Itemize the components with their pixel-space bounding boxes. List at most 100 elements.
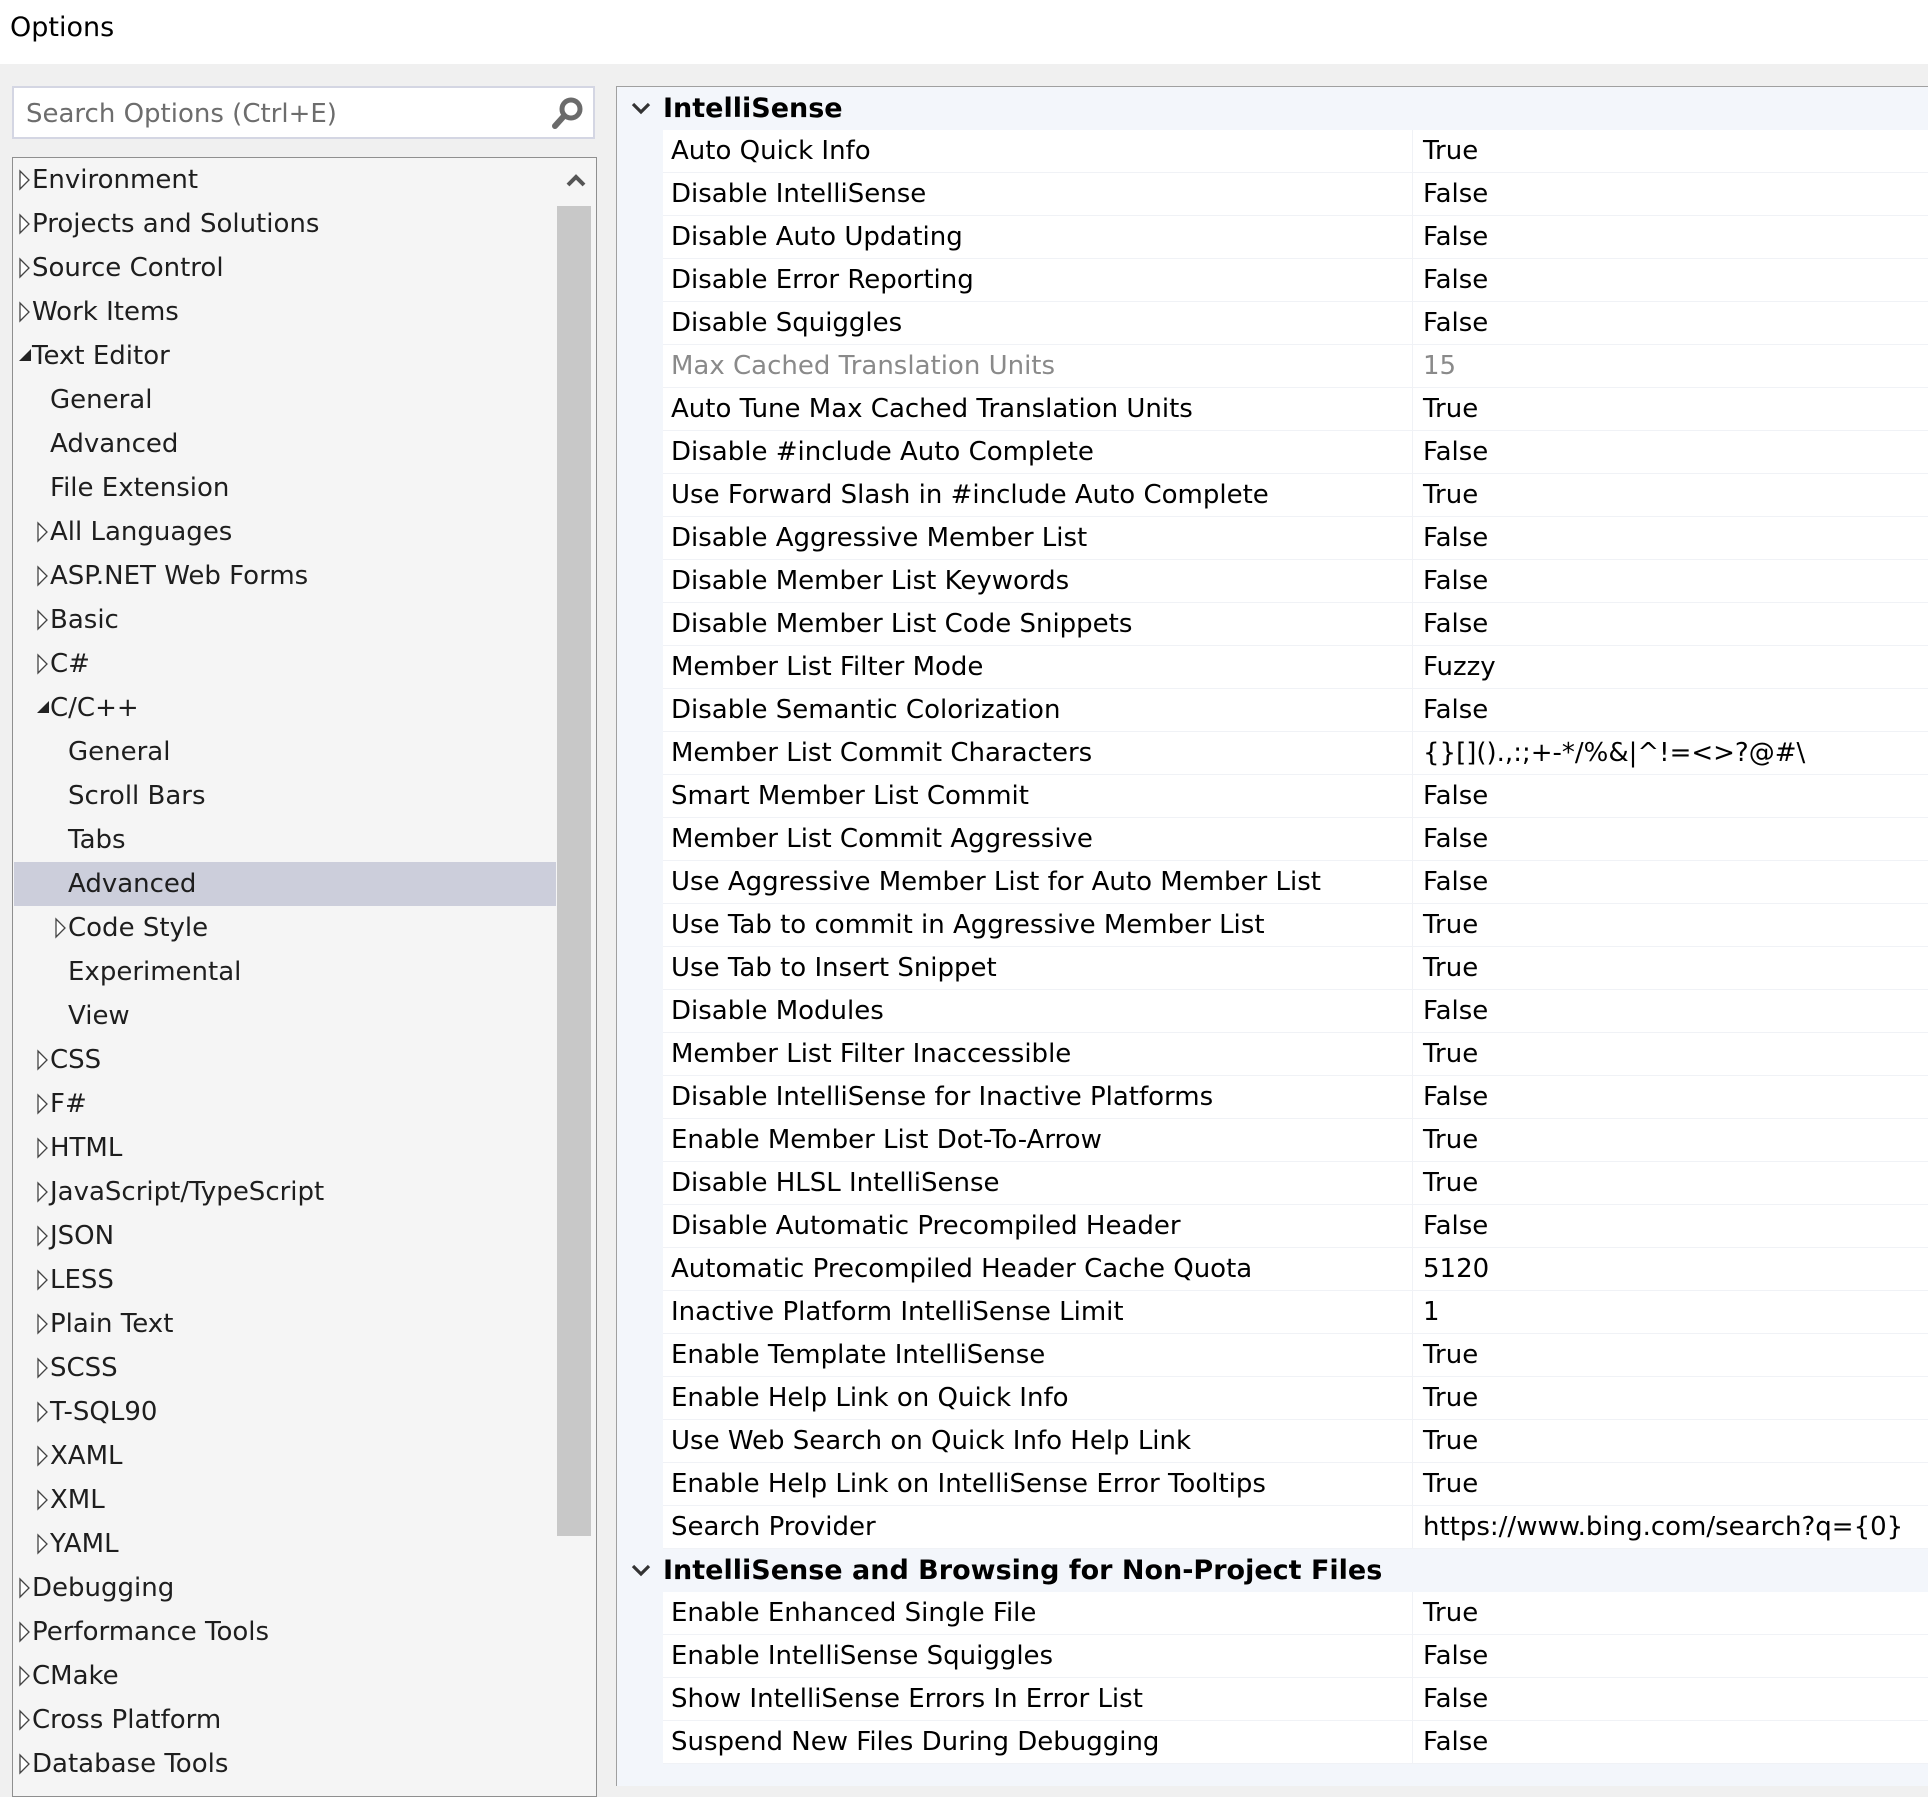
property-row[interactable]: Automatic Precompiled Header Cache Quota…: [663, 1248, 1928, 1291]
property-value[interactable]: False: [1415, 560, 1928, 602]
property-value[interactable]: True: [1415, 904, 1928, 946]
property-row[interactable]: Enable Member List Dot-To-Arrow True: [663, 1119, 1928, 1162]
property-value[interactable]: True: [1415, 1592, 1928, 1634]
property-row[interactable]: Use Tab to commit in Aggressive Member L…: [663, 904, 1928, 947]
property-row[interactable]: Disable Modules False: [663, 990, 1928, 1033]
tree-item[interactable]: Environment: [14, 158, 556, 202]
scrollbar-thumb[interactable]: [557, 206, 591, 1536]
tree-item[interactable]: T-SQL90: [14, 1390, 556, 1434]
property-row[interactable]: Disable Semantic Colorization False: [663, 689, 1928, 732]
property-row[interactable]: Auto Tune Max Cached Translation Units Tr…: [663, 388, 1928, 431]
tree-scrollbar[interactable]: [556, 158, 596, 1796]
property-value[interactable]: True: [1415, 1377, 1928, 1419]
property-row[interactable]: Show IntelliSense Errors In Error List Fa…: [663, 1678, 1928, 1721]
property-row[interactable]: Disable Member List Code Snippets False: [663, 603, 1928, 646]
tree-item[interactable]: C/C++: [14, 686, 556, 730]
property-row[interactable]: Enable Help Link on IntelliSense Error T…: [663, 1463, 1928, 1506]
tree-item[interactable]: Database Tools: [14, 1742, 556, 1786]
property-value[interactable]: True: [1415, 474, 1928, 516]
tree-item[interactable]: View: [14, 994, 556, 1038]
property-value[interactable]: False: [1415, 1721, 1928, 1763]
property-row[interactable]: Member List Commit Aggressive False: [663, 818, 1928, 861]
property-value[interactable]: False: [1415, 990, 1928, 1032]
property-value[interactable]: False: [1415, 818, 1928, 860]
tree-item[interactable]: Basic: [14, 598, 556, 642]
property-row[interactable]: Suspend New Files During Debugging False: [663, 1721, 1928, 1764]
property-value[interactable]: False: [1415, 603, 1928, 645]
property-value[interactable]: True: [1415, 388, 1928, 430]
tree-item[interactable]: Text Editor: [14, 334, 556, 378]
property-value[interactable]: True: [1415, 1162, 1928, 1204]
property-row[interactable]: Disable Auto Updating False: [663, 216, 1928, 259]
property-value[interactable]: True: [1415, 130, 1928, 172]
tree-item[interactable]: SCSS: [14, 1346, 556, 1390]
tree-item[interactable]: Work Items: [14, 290, 556, 334]
tree-item[interactable]: General: [14, 730, 556, 774]
scroll-up-arrow-icon[interactable]: [556, 158, 596, 204]
property-row[interactable]: Disable Squiggles False: [663, 302, 1928, 345]
property-row[interactable]: Inactive Platform IntelliSense Limit 1: [663, 1291, 1928, 1334]
property-row[interactable]: Disable Automatic Precompiled Header Fals…: [663, 1205, 1928, 1248]
property-row[interactable]: Use Forward Slash in #include Auto Compl…: [663, 474, 1928, 517]
property-value[interactable]: False: [1415, 1205, 1928, 1247]
property-row[interactable]: Use Web Search on Quick Info Help Link Tr…: [663, 1420, 1928, 1463]
property-value[interactable]: False: [1415, 173, 1928, 215]
property-row[interactable]: Use Tab to Insert Snippet True: [663, 947, 1928, 990]
property-value[interactable]: https://www.bing.com/search?q={0}: [1415, 1506, 1928, 1548]
property-value[interactable]: False: [1415, 216, 1928, 258]
category-header[interactable]: IntelliSense: [617, 87, 1928, 130]
property-value[interactable]: Fuzzy: [1415, 646, 1928, 688]
property-row[interactable]: Max Cached Translation Units 15: [663, 345, 1928, 388]
tree-item[interactable]: LESS: [14, 1258, 556, 1302]
property-row[interactable]: Smart Member List Commit False: [663, 775, 1928, 818]
tree-item[interactable]: Debugging: [14, 1566, 556, 1610]
tree-item[interactable]: CMake: [14, 1654, 556, 1698]
property-row[interactable]: Search Provider https://www.bing.com/sear…: [663, 1506, 1928, 1549]
tree-item[interactable]: XML: [14, 1478, 556, 1522]
tree-item[interactable]: HTML: [14, 1126, 556, 1170]
property-row[interactable]: Disable Aggressive Member List False: [663, 517, 1928, 560]
search-input[interactable]: [24, 88, 548, 139]
tree-item[interactable]: File Extension: [14, 466, 556, 510]
tree-item[interactable]: JSON: [14, 1214, 556, 1258]
property-row[interactable]: Member List Filter Mode Fuzzy: [663, 646, 1928, 689]
property-value[interactable]: 5120: [1415, 1248, 1928, 1290]
property-row[interactable]: Enable Enhanced Single File True: [663, 1592, 1928, 1635]
property-value[interactable]: False: [1415, 1678, 1928, 1720]
tree-item[interactable]: Cross Platform: [14, 1698, 556, 1742]
property-value[interactable]: {}[]().,:;+-*/%&|^!=<>?@#\: [1415, 732, 1928, 774]
property-row[interactable]: Disable #include Auto Complete False: [663, 431, 1928, 474]
property-value[interactable]: 1: [1415, 1291, 1928, 1333]
tree-item[interactable]: Advanced: [14, 862, 556, 906]
tree-item[interactable]: Code Style: [14, 906, 556, 950]
tree-item[interactable]: Advanced: [14, 422, 556, 466]
tree-item[interactable]: Source Control: [14, 246, 556, 290]
property-value[interactable]: True: [1415, 1420, 1928, 1462]
property-row[interactable]: Member List Filter Inaccessible True: [663, 1033, 1928, 1076]
tree-item[interactable]: ASP.NET Web Forms: [14, 554, 556, 598]
tree-item[interactable]: Projects and Solutions: [14, 202, 556, 246]
tree-item[interactable]: Experimental: [14, 950, 556, 994]
chevron-down-icon[interactable]: [629, 97, 653, 121]
property-row[interactable]: Disable IntelliSense False: [663, 173, 1928, 216]
property-row[interactable]: Disable HLSL IntelliSense True: [663, 1162, 1928, 1205]
search-icon[interactable]: [551, 96, 585, 130]
property-row[interactable]: Disable Member List Keywords False: [663, 560, 1928, 603]
tree-item[interactable]: XAML: [14, 1434, 556, 1478]
property-value[interactable]: True: [1415, 947, 1928, 989]
tree-item[interactable]: All Languages: [14, 510, 556, 554]
property-row[interactable]: Disable Error Reporting False: [663, 259, 1928, 302]
property-value[interactable]: False: [1415, 861, 1928, 903]
tree-item[interactable]: Tabs: [14, 818, 556, 862]
category-header[interactable]: IntelliSense and Browsing for Non-Projec…: [617, 1549, 1928, 1592]
tree-item[interactable]: C#: [14, 642, 556, 686]
property-row[interactable]: Enable Template IntelliSense True: [663, 1334, 1928, 1377]
property-row[interactable]: Use Aggressive Member List for Auto Memb…: [663, 861, 1928, 904]
tree-item[interactable]: General: [14, 378, 556, 422]
property-value[interactable]: False: [1415, 302, 1928, 344]
tree-item[interactable]: F#: [14, 1082, 556, 1126]
property-row[interactable]: Auto Quick Info True: [663, 130, 1928, 173]
property-value[interactable]: True: [1415, 1033, 1928, 1075]
property-row[interactable]: Member List Commit Characters {}[]().,:;+…: [663, 732, 1928, 775]
chevron-down-icon[interactable]: [629, 1559, 653, 1583]
